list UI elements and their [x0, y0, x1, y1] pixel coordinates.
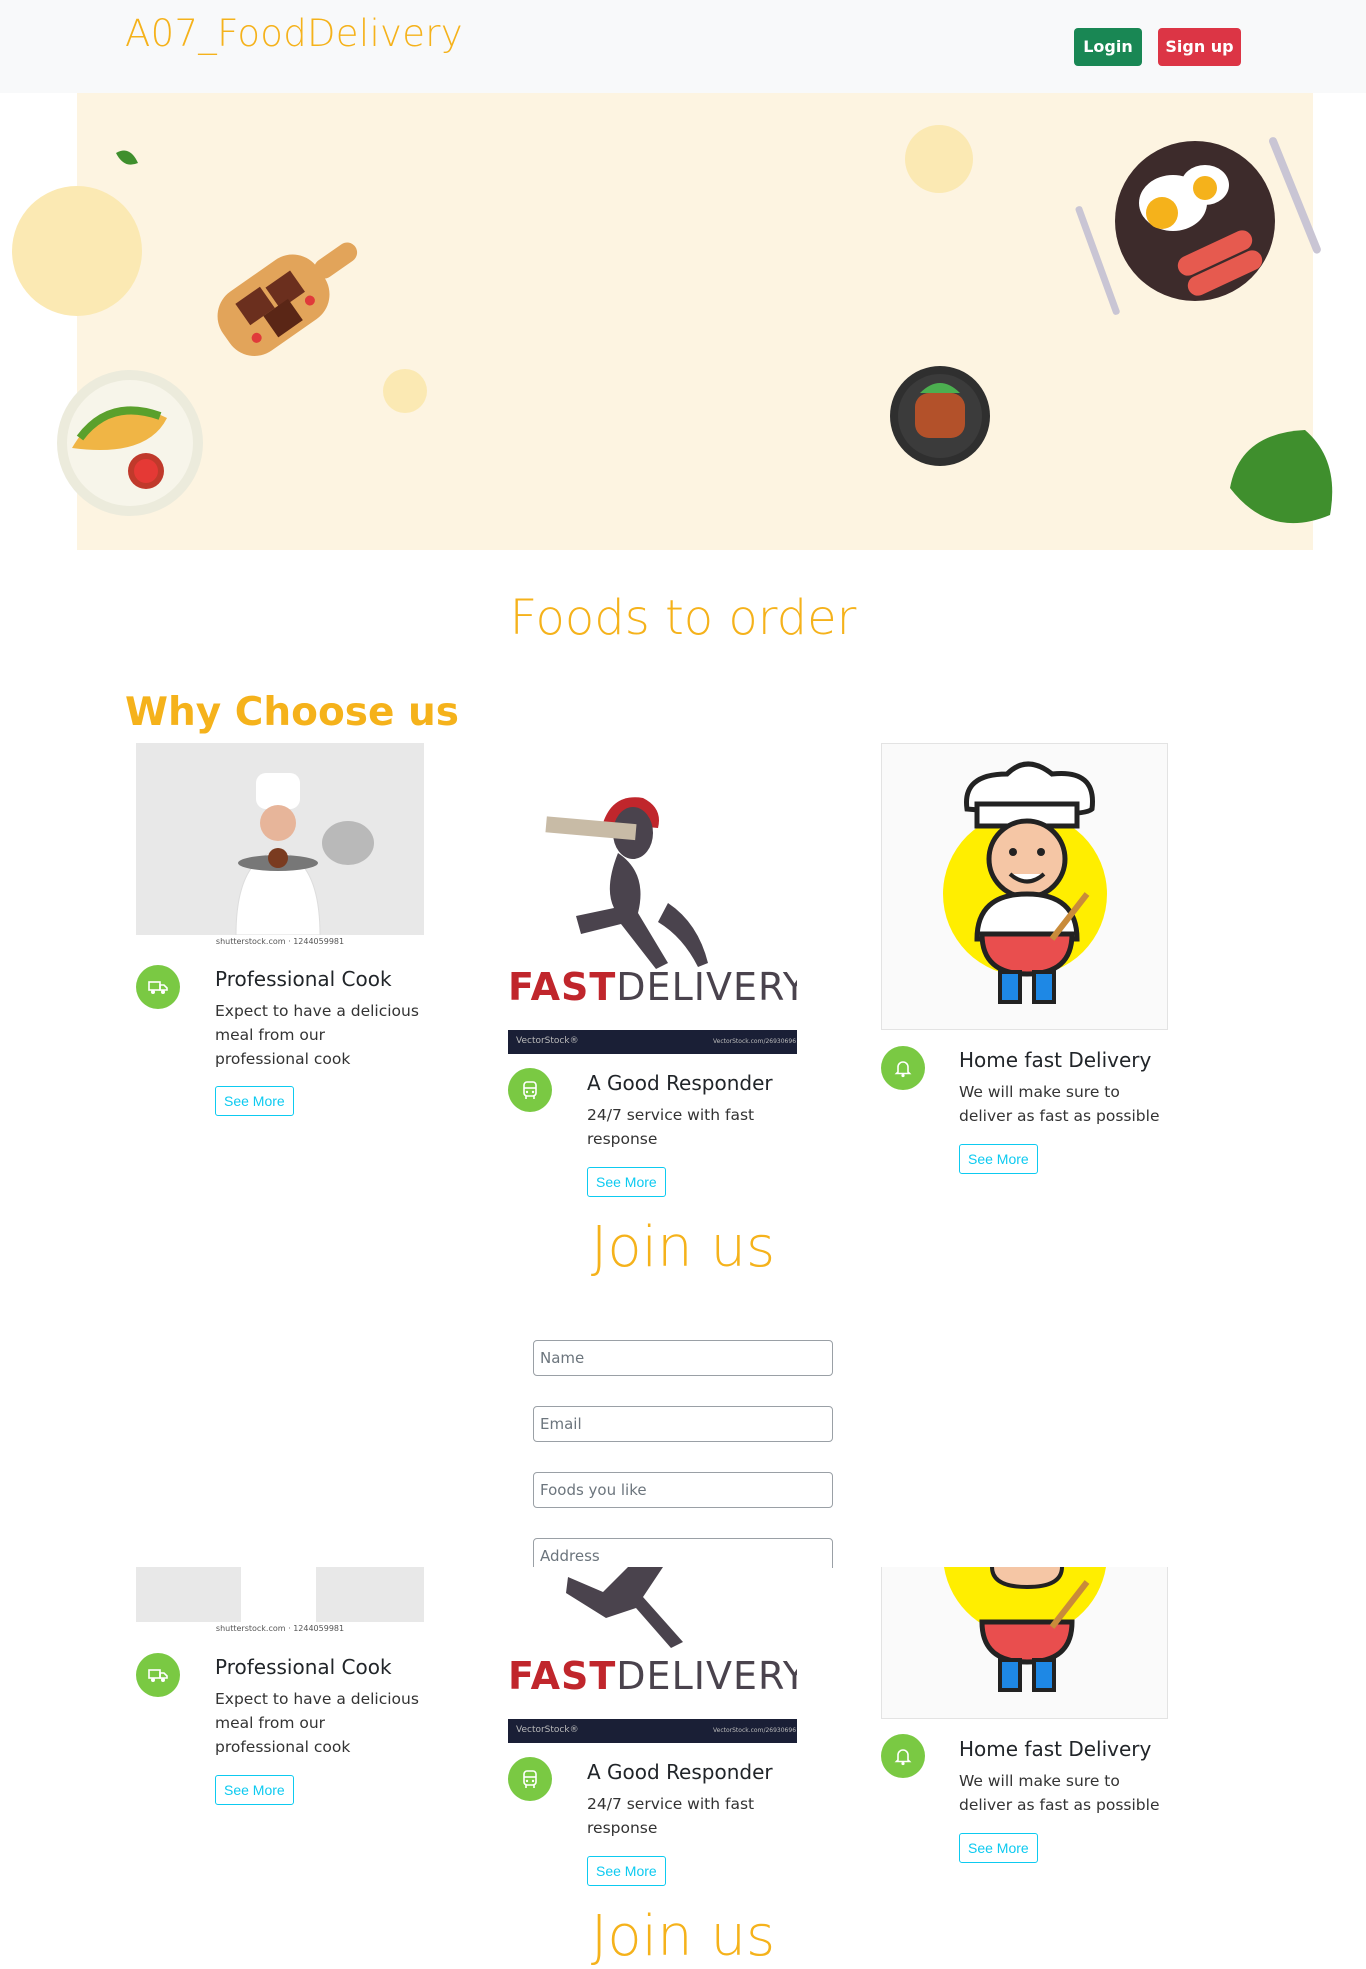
truck-icon [148, 1669, 168, 1682]
hero-food-illustrations [12, 125, 1333, 524]
chef-cartoon-image [881, 743, 1168, 1030]
chef-mascot-icon [944, 1567, 1106, 1692]
feature-text: 24/7 service with fast response [587, 1106, 755, 1148]
bus-icon-circle [508, 1757, 552, 1801]
see-more-button[interactable]: See More [959, 1144, 1038, 1174]
address-field-clip [533, 1538, 833, 1568]
fast-delivery-image: FASTDELIVERY VectorStock® VectorStock.co… [508, 743, 797, 1054]
why-choose-us-heading: Why Choose us [125, 690, 459, 735]
bell-icon [894, 1061, 912, 1078]
breakfast-plate-icon [1075, 137, 1321, 315]
basil-leaf-small-icon [116, 150, 138, 165]
foods-to-order-heading: Foods to order [509, 590, 857, 646]
image-footer-left: VectorStock® [516, 1725, 579, 1735]
image-footer-right: VectorStock.com/26930696 [713, 1727, 797, 1734]
brownie-board-icon [217, 242, 358, 356]
taco-plate-icon [57, 370, 203, 516]
feature-text: 24/7 service with fast response [587, 1795, 755, 1837]
chef-photo-image-repeat: shutterstock.com · 1244059981 [136, 1567, 424, 1639]
bell-icon-circle [881, 1734, 925, 1778]
bell-icon-circle [881, 1046, 925, 1090]
feature-title-home-fast-delivery: Home fast Delivery [959, 1737, 1152, 1761]
join-us-heading: Join us [590, 1215, 776, 1280]
bell-icon [894, 1749, 912, 1766]
bus-icon [523, 1770, 537, 1788]
fast-delivery-logo-text: FASTDELIVERY [508, 1654, 797, 1698]
bus-icon-circle [508, 1068, 552, 1112]
see-more-button[interactable]: See More [215, 1086, 294, 1116]
image-caption: shutterstock.com · 1244059981 [215, 1624, 345, 1633]
lettuce-leaf-icon [1230, 430, 1333, 524]
feature-text: We will make sure to deliver as fast as … [959, 1772, 1160, 1814]
feature-text: Expect to have a delicious meal from our… [215, 1690, 419, 1756]
foods-you-like-input[interactable] [533, 1472, 833, 1508]
see-more-button[interactable]: See More [587, 1167, 666, 1197]
chef-cartoon-image-repeat [881, 1567, 1168, 1719]
address-input[interactable] [533, 1538, 833, 1568]
fast-delivery-image-repeat: FASTDELIVERY VectorStock® VectorStock.co… [508, 1567, 797, 1743]
fast-delivery-logo-text: FASTDELIVERY [508, 965, 797, 1009]
image-caption: shutterstock.com · 1244059981 [215, 937, 345, 946]
brand-logo-text[interactable]: A07_FoodDelivery [125, 12, 463, 55]
bowl-dish-icon [890, 366, 990, 466]
feature-text: We will make sure to deliver as fast as … [959, 1083, 1160, 1125]
image-footer-left: VectorStock® [516, 1036, 579, 1046]
see-more-button[interactable]: See More [959, 1833, 1038, 1863]
decor-circle-small [383, 369, 427, 413]
chef-mascot-icon [943, 761, 1107, 1004]
login-button[interactable]: Login [1074, 28, 1142, 66]
feature-title-professional-cook: Professional Cook [215, 1655, 392, 1679]
feature-title-home-fast-delivery: Home fast Delivery [959, 1048, 1152, 1072]
feature-text: Expect to have a delicious meal from our… [215, 1002, 419, 1068]
name-input[interactable] [533, 1340, 833, 1376]
decor-circle-top [905, 125, 973, 193]
join-us-heading-repeat: Join us [590, 1904, 776, 1969]
chef-photo-image: shutterstock.com · 1244059981 [136, 743, 424, 953]
truck-icon [148, 981, 168, 994]
signup-button[interactable]: Sign up [1158, 28, 1241, 66]
see-more-button[interactable]: See More [587, 1856, 666, 1886]
image-footer-right: VectorStock.com/26930696 [713, 1038, 797, 1045]
decor-circle-large [12, 186, 142, 316]
email-input[interactable] [533, 1406, 833, 1442]
truck-icon-circle [136, 1653, 180, 1697]
truck-icon-circle [136, 965, 180, 1009]
feature-title-good-responder: A Good Responder [587, 1071, 773, 1095]
see-more-button[interactable]: See More [215, 1775, 294, 1805]
feature-title-professional-cook: Professional Cook [215, 967, 392, 991]
feature-title-good-responder: A Good Responder [587, 1760, 773, 1784]
bus-icon [523, 1081, 537, 1099]
chef-photo-icon [136, 743, 424, 953]
